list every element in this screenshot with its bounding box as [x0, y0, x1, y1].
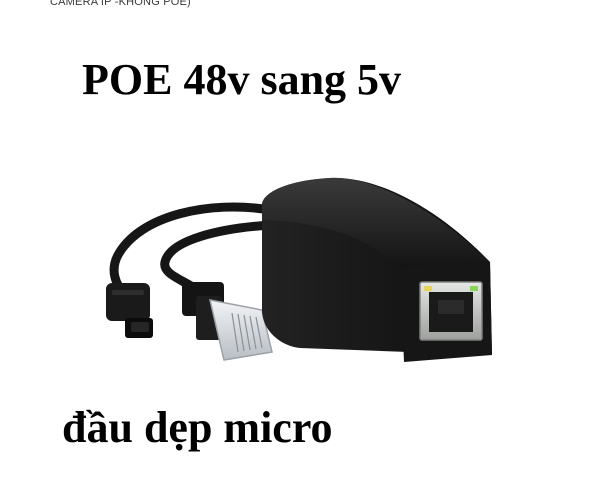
- micro-usb-plug: [106, 283, 153, 338]
- rj45-plug: [182, 282, 273, 361]
- ethernet-port: [419, 281, 483, 341]
- footer-label: đầu dẹp micro: [62, 403, 333, 452]
- cable-group: [109, 202, 277, 300]
- rj45-cable: [160, 220, 277, 297]
